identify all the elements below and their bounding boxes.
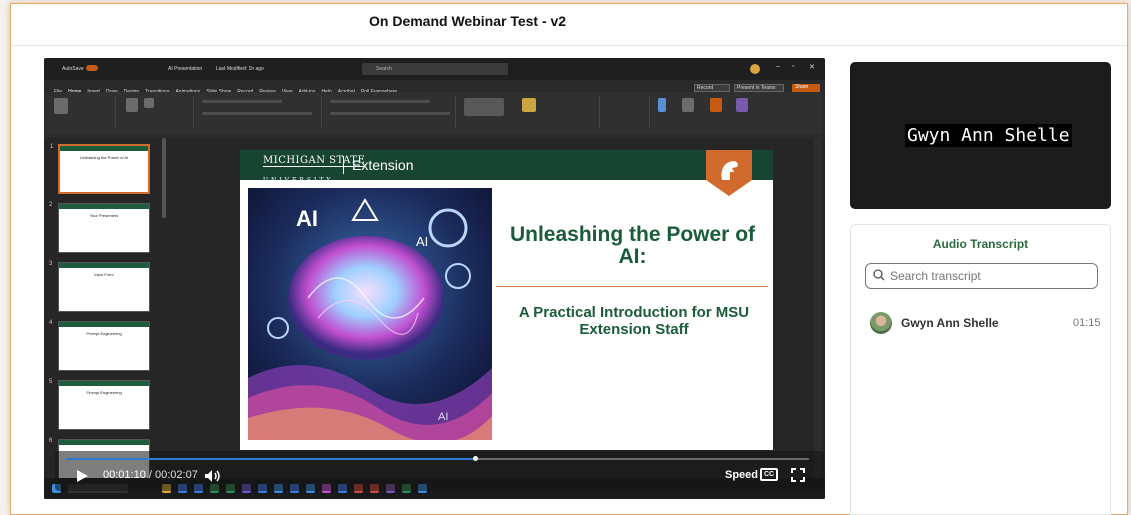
captions-button[interactable]: CC: [760, 468, 778, 481]
entry-speaker: Gwyn Ann Shelle: [901, 316, 999, 330]
spartan-shield-icon: [706, 150, 752, 196]
ppt-ribbon: [46, 92, 823, 134]
slide-thumbnail[interactable]: 5 Prompt Engineering: [49, 379, 150, 430]
presenter-name: Gwyn Ann Shelle: [905, 124, 1072, 147]
progress-fill: [66, 458, 475, 460]
search-icon: [873, 269, 885, 281]
play-icon[interactable]: [75, 469, 89, 483]
avatar: [870, 312, 892, 334]
transcript-search-input[interactable]: [890, 268, 1090, 284]
thumbnail-title: Your Presenters: [89, 213, 119, 218]
slide-header: MICHIGAN STATE UNIVERSITY Extension: [240, 150, 773, 184]
svg-text:AI: AI: [296, 206, 318, 231]
thumbnail-number: 6: [49, 438, 53, 444]
paste-icon[interactable]: [54, 98, 68, 114]
slide-title: Unleashing the Power of AI:: [509, 223, 756, 268]
reuse-slides-icon[interactable]: [144, 98, 154, 108]
thumbnail-number: 4: [49, 320, 53, 326]
share-button[interactable]: Share: [792, 84, 820, 92]
minimize-icon[interactable]: –: [776, 63, 780, 70]
svg-text:AI: AI: [416, 234, 428, 249]
thumbnail-title: Input Form: [94, 272, 114, 277]
video-player[interactable]: AutoSave AI Presentation Last Modified: …: [44, 58, 825, 499]
window-title: On Demand Webinar Test - v2: [369, 13, 567, 29]
present-teams-button[interactable]: Present in Teams: [734, 84, 784, 92]
maximize-icon[interactable]: ▫: [792, 63, 794, 70]
slide-subtitle: A Practical Introduction for MSU Extensi…: [518, 304, 750, 338]
speed-button[interactable]: Speed: [725, 469, 758, 481]
new-slide-icon[interactable]: [126, 98, 138, 112]
svg-text:AI: AI: [438, 411, 448, 423]
designer-icon[interactable]: [736, 98, 748, 112]
ppt-titlebar: AutoSave AI Presentation Last Modified: …: [44, 58, 825, 80]
progress-bar[interactable]: [66, 456, 809, 461]
slide-thumbnail[interactable]: 3 Input Form: [49, 261, 150, 312]
fullscreen-icon[interactable]: [791, 468, 805, 482]
ppt-search[interactable]: Search: [362, 63, 508, 75]
ai-brain-image: AI AI AI: [248, 188, 492, 440]
transcript-panel: Audio Transcript Gwyn Ann Shelle 01:15: [850, 224, 1111, 515]
dictate-icon[interactable]: [658, 98, 666, 112]
ppt-modified: Last Modified: 1h ago: [216, 66, 264, 72]
duration: 00:02:07: [155, 469, 198, 481]
slide-scrollbar[interactable]: [814, 138, 822, 499]
thumbnail-title: Prompt Engineering: [86, 390, 122, 395]
ppt-filename: AI Presentation: [168, 66, 203, 72]
addins-icon[interactable]: [710, 98, 722, 112]
progress-handle[interactable]: [472, 456, 478, 461]
shapes-gallery[interactable]: [464, 98, 504, 116]
slide-thumbnail[interactable]: 4 Prompt Engineering: [49, 320, 150, 371]
volume-icon[interactable]: [204, 469, 222, 483]
extension-label: Extension: [352, 157, 414, 173]
slide-thumbnails: 1 Unleashing the Power of AI 2 Your Present…: [44, 138, 168, 499]
autosave-toggle[interactable]: [86, 65, 98, 71]
ppt-avatar[interactable]: [750, 64, 760, 74]
thumbnail-number: 1: [50, 144, 54, 150]
thumbnail-number: 3: [49, 261, 53, 267]
thumbnail-scrollbar[interactable]: [162, 138, 166, 218]
presenter-video: Gwyn Ann Shelle: [850, 62, 1111, 209]
slide-thumbnail[interactable]: 1 Unleashing the Power of AI: [50, 144, 150, 194]
arrange-icon[interactable]: [522, 98, 536, 112]
entry-time[interactable]: 01:15: [1073, 317, 1101, 329]
transcript-search[interactable]: [865, 263, 1098, 289]
thumbnail-title: Unleashing the Power of AI: [79, 155, 129, 160]
title-bar: On Demand Webinar Test - v2: [11, 4, 1127, 46]
current-time: 00:01:10: [103, 469, 146, 481]
ppt-search-placeholder: Search: [376, 66, 392, 72]
record-button[interactable]: Record: [694, 84, 730, 92]
msu-wordmark: MICHIGAN STATE UNIVERSITY: [263, 155, 366, 184]
transcript-entry[interactable]: Gwyn Ann Shelle 01:15: [851, 309, 1110, 339]
transcript-title: Audio Transcript: [932, 237, 1029, 251]
sensitivity-icon[interactable]: [682, 98, 694, 112]
autosave-label: AutoSave: [62, 66, 84, 72]
time-display: 00:01:10 / 00:02:07: [103, 469, 198, 481]
thumbnail-number: 2: [49, 202, 53, 208]
slide-thumbnail[interactable]: 2 Your Presenters: [49, 202, 150, 253]
thumbnail-title: Prompt Engineering: [86, 331, 122, 336]
thumbnail-number: 5: [49, 379, 53, 385]
current-slide: MICHIGAN STATE UNIVERSITY Extension AI A…: [240, 150, 773, 450]
close-icon[interactable]: ✕: [809, 63, 815, 71]
